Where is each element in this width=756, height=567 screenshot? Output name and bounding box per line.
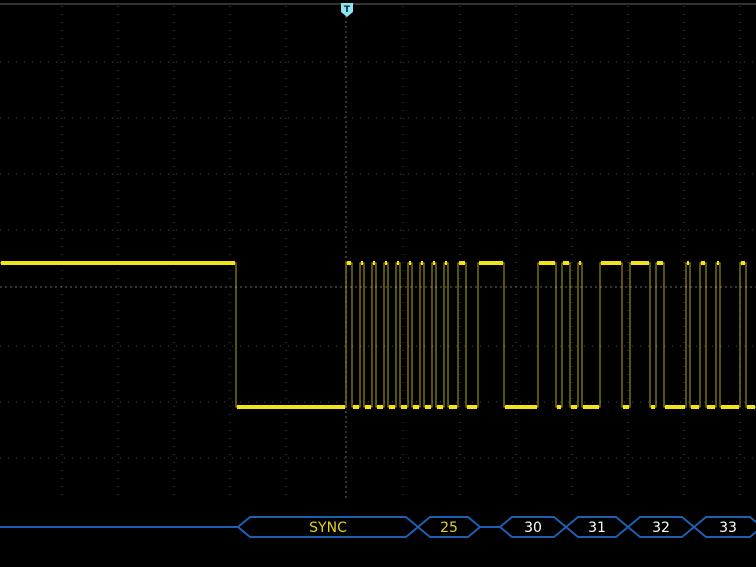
waveform-plateau bbox=[539, 261, 555, 265]
waveform-plateau bbox=[563, 261, 569, 265]
trigger-label: T bbox=[344, 5, 351, 15]
bus-frame-label: 32 bbox=[652, 520, 670, 536]
bus-frame-label: 33 bbox=[719, 520, 737, 536]
waveform-plateau bbox=[631, 261, 649, 265]
waveform-plateau bbox=[401, 405, 407, 409]
bus-frame-label: 31 bbox=[588, 520, 606, 536]
waveform-plateau bbox=[701, 261, 705, 265]
waveform-plateau bbox=[557, 405, 561, 409]
trigger-position-icon[interactable]: T bbox=[340, 2, 354, 18]
waveform-plateau bbox=[747, 405, 755, 409]
waveform-plateau bbox=[1, 261, 235, 265]
waveform-plateau bbox=[571, 405, 577, 409]
waveform-plateau bbox=[449, 405, 457, 409]
waveform-plateau bbox=[583, 405, 599, 409]
waveform-plateau bbox=[389, 405, 395, 409]
waveform-plateau bbox=[409, 261, 411, 265]
waveform-plateau bbox=[623, 405, 629, 409]
waveform-plateau bbox=[717, 261, 719, 265]
waveform-plateau bbox=[237, 405, 345, 409]
oscilloscope-screen[interactable]: SYNC 25 30 31 32 33 T bbox=[0, 0, 756, 567]
waveform-plateau bbox=[691, 405, 699, 409]
bus-frame-label: 30 bbox=[524, 520, 542, 536]
waveform-plateau bbox=[385, 261, 387, 265]
waveform-plateau bbox=[361, 261, 363, 265]
waveform-plateau bbox=[365, 405, 371, 409]
waveform-plateau bbox=[437, 405, 443, 409]
screen-background bbox=[0, 0, 756, 567]
waveform-plateau bbox=[721, 405, 739, 409]
waveform-plateau bbox=[459, 261, 465, 265]
waveform-plateau bbox=[445, 261, 447, 265]
waveform-plateau bbox=[433, 261, 435, 265]
waveform-plateau bbox=[413, 405, 419, 409]
waveform-plateau bbox=[707, 405, 715, 409]
bus-frame-label: 25 bbox=[440, 520, 458, 536]
waveform-plateau bbox=[687, 261, 689, 265]
waveform-plateau bbox=[353, 405, 359, 409]
waveform-plateau bbox=[467, 405, 477, 409]
waveform-plateau bbox=[377, 405, 383, 409]
waveform-plateau bbox=[741, 261, 745, 265]
waveform-plateau bbox=[601, 261, 621, 265]
waveform-plateau bbox=[579, 261, 581, 265]
waveform-plateau bbox=[347, 261, 351, 265]
waveform-plateau bbox=[505, 405, 537, 409]
waveform-plateau bbox=[397, 261, 399, 265]
bus-frame-label: SYNC bbox=[309, 520, 347, 536]
waveform-plateau bbox=[657, 261, 663, 265]
waveform-plateau bbox=[421, 261, 423, 265]
waveform-plateau bbox=[479, 261, 503, 265]
waveform-plateau bbox=[651, 405, 655, 409]
waveform-plateau bbox=[425, 405, 431, 409]
waveform-plateau bbox=[665, 405, 685, 409]
waveform-plateau bbox=[373, 261, 375, 265]
